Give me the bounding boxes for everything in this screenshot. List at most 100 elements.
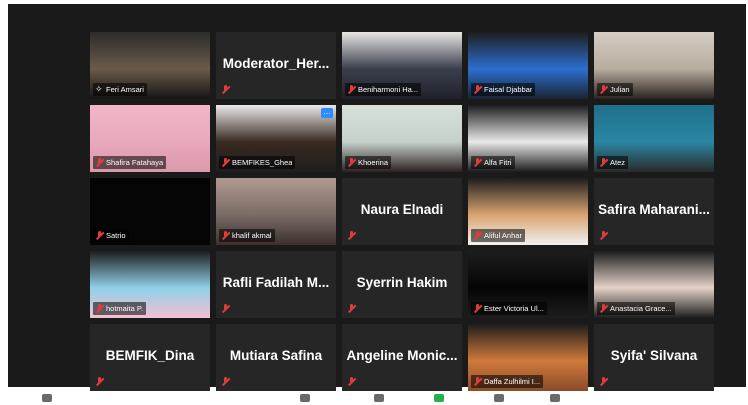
participant-tile[interactable]: Moderator_Her...	[216, 32, 336, 99]
participant-tile[interactable]: Khoerina	[342, 105, 462, 172]
mic-muted-icon	[347, 303, 356, 314]
pin-icon: ✧	[95, 84, 103, 94]
participant-name: Shafira Fatahaya	[106, 158, 164, 167]
participant-tile[interactable]: Anastacia Grace...	[594, 251, 714, 318]
nameplate: Julian	[597, 83, 633, 96]
participant-tile[interactable]: Daffa Zulhilmi I...	[468, 324, 588, 391]
nameplate: Khoerina	[345, 156, 392, 169]
participant-name: Alfa Fitri	[484, 158, 512, 167]
more-options-button[interactable]: …	[321, 108, 333, 118]
nameplate: BEMFIKES_Ghea	[219, 156, 296, 169]
mute-icon[interactable]	[42, 394, 52, 402]
participant-tile[interactable]: Atez	[594, 105, 714, 172]
participant-tile[interactable]: Faisal Djabbar	[468, 32, 588, 99]
mic-muted-icon	[473, 376, 482, 387]
participant-tile[interactable]: Angeline Monic...	[342, 324, 462, 391]
nameplate: Ester Victoria Ul...	[471, 302, 547, 315]
participant-display-name: Syerrin Hakim	[356, 275, 448, 290]
participant-name: Anastacia Grace...	[610, 304, 672, 313]
nameplate	[93, 375, 109, 388]
nameplate: Daffa Zulhilmi I...	[471, 375, 544, 388]
participant-tile[interactable]: Syerrin Hakim	[342, 251, 462, 318]
participant-name: Khoerina	[358, 158, 389, 167]
participant-display-name: Rafli Fadilah M...	[222, 275, 330, 290]
nameplate: khalif akmal	[219, 229, 275, 242]
nameplate: Beniharmoni Ha...	[345, 83, 422, 96]
mic-muted-icon	[221, 230, 230, 241]
participant-name: Daffa Zulhilmi I...	[484, 377, 541, 386]
mic-muted-icon	[473, 84, 482, 95]
nameplate	[597, 375, 613, 388]
nameplate	[219, 375, 235, 388]
mic-muted-icon	[473, 230, 482, 241]
participant-name: Faisal Djabbar	[484, 85, 533, 94]
chat-icon[interactable]	[374, 394, 384, 402]
mic-muted-icon	[95, 376, 104, 387]
participant-tile[interactable]: … BEMFIKES_Ghea	[216, 105, 336, 172]
meeting-toolbar	[0, 392, 748, 405]
participants-icon[interactable]	[300, 394, 310, 402]
mic-muted-icon	[95, 303, 104, 314]
nameplate: Atez	[597, 156, 629, 169]
participant-tile[interactable]: khalif akmal	[216, 178, 336, 245]
mic-muted-icon	[473, 303, 482, 314]
participant-tile[interactable]: Ester Victoria Ul...	[468, 251, 588, 318]
participant-tile[interactable]: Alfa Fitri	[468, 105, 588, 172]
participant-name: Julian	[610, 85, 630, 94]
mic-muted-icon	[95, 157, 104, 168]
participant-name: hotmaita P.	[106, 304, 143, 313]
zoom-window: ✧ Feri Amsari Moderator_Her... Beniharmoni …	[0, 0, 748, 405]
participant-tile[interactable]: Naura Elnadi	[342, 178, 462, 245]
nameplate: Aliful Anhar	[471, 229, 525, 242]
participant-display-name: Safira Maharani...	[598, 202, 710, 217]
record-icon[interactable]	[494, 394, 504, 402]
mic-muted-icon	[599, 230, 608, 241]
participant-tile[interactable]: hotmaita P.	[90, 251, 210, 318]
participant-tile[interactable]: Syifa' Silvana	[594, 324, 714, 391]
participant-name: Aliful Anhar	[484, 231, 522, 240]
mic-muted-icon	[347, 157, 356, 168]
participant-display-name: BEMFIK_Dina	[105, 348, 195, 363]
nameplate: Shafira Fatahaya	[93, 156, 167, 169]
participant-display-name: Moderator_Her...	[222, 56, 330, 71]
participant-display-name: Angeline Monic...	[346, 348, 458, 363]
nameplate	[219, 302, 235, 315]
meeting-view: ✧ Feri Amsari Moderator_Her... Beniharmoni …	[8, 4, 746, 391]
participant-name: Beniharmoni Ha...	[358, 85, 419, 94]
participant-tile[interactable]: Safira Maharani...	[594, 178, 714, 245]
participant-name: Satrio	[106, 231, 126, 240]
participant-display-name: Mutiara Safina	[229, 348, 323, 363]
nameplate	[597, 229, 613, 242]
mic-muted-icon	[599, 157, 608, 168]
participant-name: khalif akmal	[232, 231, 272, 240]
nameplate: ✧ Feri Amsari	[93, 83, 147, 96]
mic-muted-icon	[599, 84, 608, 95]
nameplate: Alfa Fitri	[471, 156, 515, 169]
nameplate: Satrio	[93, 229, 129, 242]
participant-tile[interactable]: Beniharmoni Ha...	[342, 32, 462, 99]
share-screen-icon[interactable]	[434, 394, 444, 402]
participant-display-name: Naura Elnadi	[360, 202, 444, 217]
participant-tile[interactable]: ✧ Feri Amsari	[90, 32, 210, 99]
participant-tile[interactable]: Rafli Fadilah M...	[216, 251, 336, 318]
participant-name: Ester Victoria Ul...	[484, 304, 544, 313]
participant-tile[interactable]: Mutiara Safina	[216, 324, 336, 391]
mic-muted-icon	[221, 84, 230, 95]
participant-tile[interactable]: Satrio	[90, 178, 210, 245]
reactions-icon[interactable]	[550, 394, 560, 402]
nameplate: hotmaita P.	[93, 302, 146, 315]
participant-display-name: Syifa' Silvana	[610, 348, 698, 363]
participant-tile[interactable]: Aliful Anhar	[468, 178, 588, 245]
participant-tile[interactable]: BEMFIK_Dina	[90, 324, 210, 391]
participant-tile[interactable]: Julian	[594, 32, 714, 99]
mic-muted-icon	[347, 230, 356, 241]
mic-muted-icon	[599, 376, 608, 387]
participant-tile[interactable]: Shafira Fatahaya	[90, 105, 210, 172]
mic-muted-icon	[599, 303, 608, 314]
nameplate: Anastacia Grace...	[597, 302, 675, 315]
mic-muted-icon	[221, 376, 230, 387]
mic-muted-icon	[347, 376, 356, 387]
mic-muted-icon	[221, 157, 230, 168]
mic-muted-icon	[95, 230, 104, 241]
nameplate: Faisal Djabbar	[471, 83, 536, 96]
